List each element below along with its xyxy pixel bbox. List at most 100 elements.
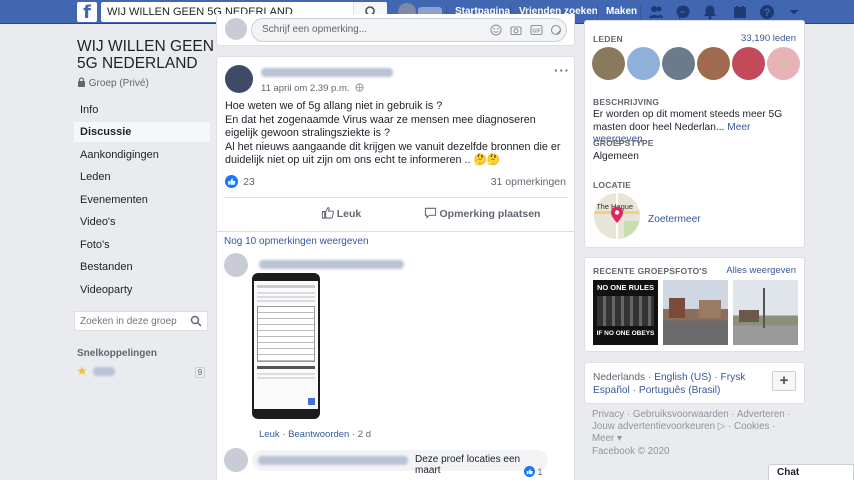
post-author-avatar[interactable]: [225, 65, 253, 93]
group-nav-videos[interactable]: Video's: [74, 212, 210, 232]
recent-photos-card: Recente groepsfoto's Alles weergeven NO …: [584, 257, 805, 352]
group-description-text: Er worden op dit moment steeds meer 5G m…: [593, 109, 783, 133]
group-photo-thumbnail[interactable]: NO ONE RULES IF NO ONE OBEYS: [593, 280, 658, 345]
previous-post-composer-card: Schrijf een opmerking... GIF: [216, 14, 575, 46]
group-nav-discussion[interactable]: Discussie: [74, 122, 210, 142]
member-avatar[interactable]: [697, 47, 730, 80]
member-avatar[interactable]: [662, 47, 695, 80]
comment-attached-screenshot[interactable]: [252, 273, 320, 419]
svg-text:?: ?: [764, 7, 771, 19]
language-selector-card: Nederlands · English (US) · Frysk Españo…: [584, 362, 805, 404]
separator: ·: [714, 372, 718, 383]
nav-divider: [640, 5, 641, 19]
post-body: Hoe weten we of 5g allang niet in gebrui…: [225, 100, 570, 168]
reactions-summary[interactable]: 23: [225, 175, 255, 188]
group-search: [74, 311, 208, 331]
like-button[interactable]: Leuk: [289, 203, 393, 225]
like-reaction-icon: [524, 466, 535, 477]
post-card: 11 april om 2.39 p.m. ··· Hoe weten we o…: [216, 56, 575, 480]
comment-reply-link[interactable]: Beantwoorden: [288, 429, 349, 440]
privacy-globe-icon: [355, 83, 364, 92]
camera-icon[interactable]: [510, 24, 522, 36]
member-avatar[interactable]: [592, 47, 625, 80]
post-author-name-redacted[interactable]: [261, 68, 393, 77]
group-nav-events[interactable]: Evenementen: [74, 190, 210, 210]
divider: [225, 197, 568, 198]
post-options-ellipsis-icon[interactable]: ···: [554, 63, 570, 78]
shortcut-name-redacted: [93, 367, 115, 376]
gif-icon[interactable]: GIF: [530, 24, 543, 36]
commenter-avatar[interactable]: [224, 448, 248, 472]
comments-count-link[interactable]: 31 opmerkingen: [491, 176, 566, 188]
comment-bubble: Deze proef locaties een maart: [252, 450, 548, 476]
group-type-value: Algemeen: [593, 151, 639, 162]
member-avatar[interactable]: [627, 47, 660, 80]
chat-tab-label: Chat: [777, 467, 800, 478]
friend-requests-icon[interactable]: [648, 4, 664, 20]
photo-caption-bottom: IF NO ONE OBEYS: [596, 330, 655, 337]
members-count-link[interactable]: 33,190 leden: [741, 33, 796, 44]
group-photo-thumbnail[interactable]: [733, 280, 798, 345]
divider: [217, 231, 574, 232]
language-option[interactable]: Español: [593, 385, 630, 396]
comment-age[interactable]: 2 d: [358, 429, 371, 440]
post-body-line: Hoe weten we of 5g allang niet in gebrui…: [225, 100, 443, 112]
comment-button[interactable]: Opmerking plaatsen: [417, 203, 547, 225]
commenter-avatar[interactable]: [224, 253, 248, 277]
footer-links[interactable]: Privacy · Gebruiksvoorwaarden · Adverter…: [592, 409, 800, 445]
group-nav-announcements[interactable]: Aankondigingen: [74, 145, 210, 165]
member-avatar[interactable]: [767, 47, 800, 80]
account-menu-chevron-down-icon[interactable]: [786, 4, 802, 20]
group-nav-files[interactable]: Bestanden: [74, 257, 210, 277]
group-search-input[interactable]: [75, 312, 185, 330]
search-icon[interactable]: [190, 315, 202, 327]
commenter-name-redacted[interactable]: [258, 456, 408, 465]
comment-input[interactable]: Schrijf een opmerking... GIF: [251, 18, 567, 42]
thumbs-up-icon: [321, 207, 334, 219]
footer-copyright: Facebook © 2020: [592, 446, 670, 457]
group-nav-videoparty[interactable]: Videoparty: [74, 280, 210, 300]
post-timestamp-row: 11 april om 2.39 p.m.: [261, 83, 364, 94]
comment-bubble-icon: [424, 207, 436, 219]
all-photos-link[interactable]: Alles weergeven: [726, 265, 796, 276]
notifications-bell-icon[interactable]: [702, 4, 718, 20]
group-title[interactable]: WIJ WILLEN GEEN 5G NEDERLAND: [77, 38, 217, 72]
language-option[interactable]: English (US): [654, 372, 711, 383]
chat-tab[interactable]: Chat: [768, 464, 854, 480]
commenter-avatar: [225, 18, 247, 40]
description-heading: Beschrijving: [593, 97, 660, 107]
group-type-heading: Groepstype: [593, 138, 654, 148]
emoji-icon[interactable]: [490, 24, 502, 36]
quick-help-icon[interactable]: [732, 4, 748, 20]
screenshot-content: [254, 281, 318, 409]
comment-like-link[interactable]: Leuk: [259, 429, 280, 440]
lock-icon: [78, 77, 85, 87]
language-option[interactable]: Português (Brasil): [639, 385, 721, 396]
sticker-icon[interactable]: [550, 24, 562, 36]
facebook-logo-icon[interactable]: f: [77, 2, 97, 22]
nav-create-link[interactable]: Maken: [606, 6, 637, 17]
shortcut-count-badge: 9: [195, 367, 205, 378]
add-language-plus-icon[interactable]: +: [772, 371, 796, 391]
location-link[interactable]: Zoetermeer: [648, 214, 701, 225]
star-icon: [77, 366, 87, 375]
group-nav-members[interactable]: Leden: [74, 167, 210, 187]
commenter-name-redacted[interactable]: [259, 260, 404, 269]
member-avatar[interactable]: [732, 47, 765, 80]
comment-actions: Leuk · Beantwoorden · 2 d: [259, 429, 371, 440]
group-nav-info[interactable]: Info: [74, 100, 210, 120]
comment-like-count[interactable]: 1: [524, 466, 543, 477]
post-timestamp[interactable]: 11 april om 2.39 p.m.: [261, 83, 350, 94]
language-option[interactable]: Frysk: [720, 372, 745, 383]
separator: ·: [647, 372, 652, 383]
current-language: Nederlands: [593, 372, 646, 383]
shortcuts-heading: Snelkoppelingen: [77, 348, 158, 359]
help-icon[interactable]: ?: [759, 4, 775, 20]
group-privacy-label: Groep (Privé): [88, 78, 149, 89]
group-photo-thumbnail[interactable]: [663, 280, 728, 345]
location-map[interactable]: The Hague: [594, 193, 640, 239]
messenger-icon[interactable]: [675, 4, 691, 20]
group-nav-photos[interactable]: Foto's: [74, 235, 210, 255]
map-pin-icon: [611, 206, 623, 223]
view-more-comments-link[interactable]: Nog 10 opmerkingen weergeven: [224, 236, 369, 247]
